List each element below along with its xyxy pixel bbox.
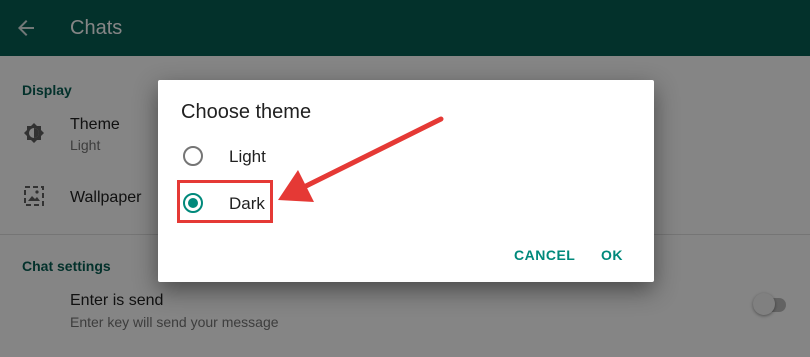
ok-button[interactable]: OK	[601, 247, 623, 263]
option-label-light[interactable]: Light	[229, 147, 266, 167]
radio-light[interactable]	[183, 146, 203, 166]
annotation-arrow-icon	[278, 116, 444, 202]
cancel-button[interactable]: CANCEL	[514, 247, 575, 263]
annotation-highlight-box	[177, 180, 273, 223]
